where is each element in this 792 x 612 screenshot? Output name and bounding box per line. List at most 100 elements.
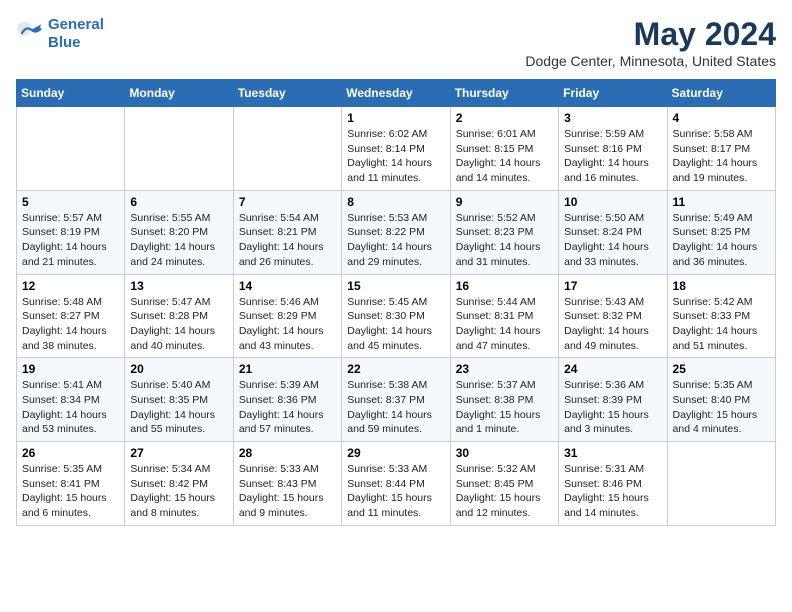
calendar-cell: 27 Sunrise: 5:34 AMSunset: 8:42 PMDaylig… (125, 442, 233, 526)
calendar-cell: 10 Sunrise: 5:50 AMSunset: 8:24 PMDaylig… (559, 190, 667, 274)
calendar-cell: 11 Sunrise: 5:49 AMSunset: 8:25 PMDaylig… (667, 190, 775, 274)
day-number: 3 (564, 111, 661, 125)
day-info: Sunrise: 5:33 AMSunset: 8:43 PMDaylight:… (239, 462, 336, 521)
day-number: 12 (22, 279, 119, 293)
day-info: Sunrise: 5:35 AMSunset: 8:41 PMDaylight:… (22, 462, 119, 521)
day-info: Sunrise: 5:38 AMSunset: 8:37 PMDaylight:… (347, 378, 444, 437)
day-number: 20 (130, 362, 227, 376)
day-info: Sunrise: 5:31 AMSunset: 8:46 PMDaylight:… (564, 462, 661, 521)
calendar-cell: 19 Sunrise: 5:41 AMSunset: 8:34 PMDaylig… (17, 358, 125, 442)
logo-line2: Blue (48, 34, 81, 51)
calendar-cell: 20 Sunrise: 5:40 AMSunset: 8:35 PMDaylig… (125, 358, 233, 442)
day-number: 22 (347, 362, 444, 376)
day-info: Sunrise: 5:44 AMSunset: 8:31 PMDaylight:… (456, 295, 553, 354)
day-number: 29 (347, 446, 444, 460)
calendar-cell: 2 Sunrise: 6:01 AMSunset: 8:15 PMDayligh… (450, 107, 558, 191)
calendar-cell: 1 Sunrise: 6:02 AMSunset: 8:14 PMDayligh… (342, 107, 450, 191)
day-number: 19 (22, 362, 119, 376)
calendar-cell: 23 Sunrise: 5:37 AMSunset: 8:38 PMDaylig… (450, 358, 558, 442)
day-info: Sunrise: 5:42 AMSunset: 8:33 PMDaylight:… (673, 295, 770, 354)
day-number: 8 (347, 195, 444, 209)
calendar-cell: 16 Sunrise: 5:44 AMSunset: 8:31 PMDaylig… (450, 274, 558, 358)
calendar-cell: 28 Sunrise: 5:33 AMSunset: 8:43 PMDaylig… (233, 442, 341, 526)
day-info: Sunrise: 5:55 AMSunset: 8:20 PMDaylight:… (130, 211, 227, 270)
day-of-week-friday: Friday (559, 80, 667, 107)
day-of-week-saturday: Saturday (667, 80, 775, 107)
calendar-cell: 3 Sunrise: 5:59 AMSunset: 8:16 PMDayligh… (559, 107, 667, 191)
day-of-week-thursday: Thursday (450, 80, 558, 107)
calendar-cell: 13 Sunrise: 5:47 AMSunset: 8:28 PMDaylig… (125, 274, 233, 358)
day-info: Sunrise: 5:53 AMSunset: 8:22 PMDaylight:… (347, 211, 444, 270)
day-info: Sunrise: 5:33 AMSunset: 8:44 PMDaylight:… (347, 462, 444, 521)
day-number: 1 (347, 111, 444, 125)
day-info: Sunrise: 5:34 AMSunset: 8:42 PMDaylight:… (130, 462, 227, 521)
day-info: Sunrise: 5:37 AMSunset: 8:38 PMDaylight:… (456, 378, 553, 437)
logo-icon (16, 20, 44, 48)
day-number: 17 (564, 279, 661, 293)
calendar-cell: 30 Sunrise: 5:32 AMSunset: 8:45 PMDaylig… (450, 442, 558, 526)
calendar-cell (17, 107, 125, 191)
day-number: 24 (564, 362, 661, 376)
calendar-cell: 18 Sunrise: 5:42 AMSunset: 8:33 PMDaylig… (667, 274, 775, 358)
day-number: 25 (673, 362, 770, 376)
day-info: Sunrise: 5:52 AMSunset: 8:23 PMDaylight:… (456, 211, 553, 270)
day-of-week-wednesday: Wednesday (342, 80, 450, 107)
day-number: 26 (22, 446, 119, 460)
calendar-cell (233, 107, 341, 191)
calendar-week-2: 5 Sunrise: 5:57 AMSunset: 8:19 PMDayligh… (17, 190, 776, 274)
calendar-cell: 6 Sunrise: 5:55 AMSunset: 8:20 PMDayligh… (125, 190, 233, 274)
calendar-cell: 25 Sunrise: 5:35 AMSunset: 8:40 PMDaylig… (667, 358, 775, 442)
day-info: Sunrise: 5:43 AMSunset: 8:32 PMDaylight:… (564, 295, 661, 354)
day-info: Sunrise: 5:58 AMSunset: 8:17 PMDaylight:… (673, 127, 770, 186)
day-number: 21 (239, 362, 336, 376)
logo-text: General Blue (48, 16, 104, 52)
calendar-cell: 4 Sunrise: 5:58 AMSunset: 8:17 PMDayligh… (667, 107, 775, 191)
day-number: 5 (22, 195, 119, 209)
page-header: General Blue May 2024 Dodge Center, Minn… (16, 16, 776, 69)
day-info: Sunrise: 5:40 AMSunset: 8:35 PMDaylight:… (130, 378, 227, 437)
day-number: 13 (130, 279, 227, 293)
calendar-cell (667, 442, 775, 526)
day-number: 31 (564, 446, 661, 460)
day-info: Sunrise: 5:36 AMSunset: 8:39 PMDaylight:… (564, 378, 661, 437)
calendar-cell: 21 Sunrise: 5:39 AMSunset: 8:36 PMDaylig… (233, 358, 341, 442)
day-info: Sunrise: 5:45 AMSunset: 8:30 PMDaylight:… (347, 295, 444, 354)
calendar-cell: 12 Sunrise: 5:48 AMSunset: 8:27 PMDaylig… (17, 274, 125, 358)
day-of-week-sunday: Sunday (17, 80, 125, 107)
day-info: Sunrise: 5:47 AMSunset: 8:28 PMDaylight:… (130, 295, 227, 354)
day-info: Sunrise: 5:59 AMSunset: 8:16 PMDaylight:… (564, 127, 661, 186)
calendar-week-3: 12 Sunrise: 5:48 AMSunset: 8:27 PMDaylig… (17, 274, 776, 358)
day-number: 28 (239, 446, 336, 460)
day-of-week-monday: Monday (125, 80, 233, 107)
calendar-cell: 15 Sunrise: 5:45 AMSunset: 8:30 PMDaylig… (342, 274, 450, 358)
day-number: 4 (673, 111, 770, 125)
calendar-cell (125, 107, 233, 191)
calendar-cell: 26 Sunrise: 5:35 AMSunset: 8:41 PMDaylig… (17, 442, 125, 526)
day-info: Sunrise: 5:48 AMSunset: 8:27 PMDaylight:… (22, 295, 119, 354)
day-number: 2 (456, 111, 553, 125)
location: Dodge Center, Minnesota, United States (525, 53, 776, 69)
title-block: May 2024 Dodge Center, Minnesota, United… (525, 16, 776, 69)
day-number: 14 (239, 279, 336, 293)
calendar-cell: 17 Sunrise: 5:43 AMSunset: 8:32 PMDaylig… (559, 274, 667, 358)
day-number: 15 (347, 279, 444, 293)
calendar-cell: 22 Sunrise: 5:38 AMSunset: 8:37 PMDaylig… (342, 358, 450, 442)
day-number: 10 (564, 195, 661, 209)
day-info: Sunrise: 5:46 AMSunset: 8:29 PMDaylight:… (239, 295, 336, 354)
day-number: 6 (130, 195, 227, 209)
day-info: Sunrise: 5:54 AMSunset: 8:21 PMDaylight:… (239, 211, 336, 270)
day-number: 16 (456, 279, 553, 293)
calendar-cell: 8 Sunrise: 5:53 AMSunset: 8:22 PMDayligh… (342, 190, 450, 274)
day-number: 7 (239, 195, 336, 209)
calendar-week-1: 1 Sunrise: 6:02 AMSunset: 8:14 PMDayligh… (17, 107, 776, 191)
day-info: Sunrise: 5:49 AMSunset: 8:25 PMDaylight:… (673, 211, 770, 270)
day-info: Sunrise: 5:50 AMSunset: 8:24 PMDaylight:… (564, 211, 661, 270)
month-title: May 2024 (525, 16, 776, 53)
calendar-cell: 14 Sunrise: 5:46 AMSunset: 8:29 PMDaylig… (233, 274, 341, 358)
logo-line1: General (48, 16, 104, 33)
calendar-cell: 7 Sunrise: 5:54 AMSunset: 8:21 PMDayligh… (233, 190, 341, 274)
calendar: SundayMondayTuesdayWednesdayThursdayFrid… (16, 79, 776, 526)
day-number: 9 (456, 195, 553, 209)
calendar-cell: 24 Sunrise: 5:36 AMSunset: 8:39 PMDaylig… (559, 358, 667, 442)
calendar-header-row: SundayMondayTuesdayWednesdayThursdayFrid… (17, 80, 776, 107)
